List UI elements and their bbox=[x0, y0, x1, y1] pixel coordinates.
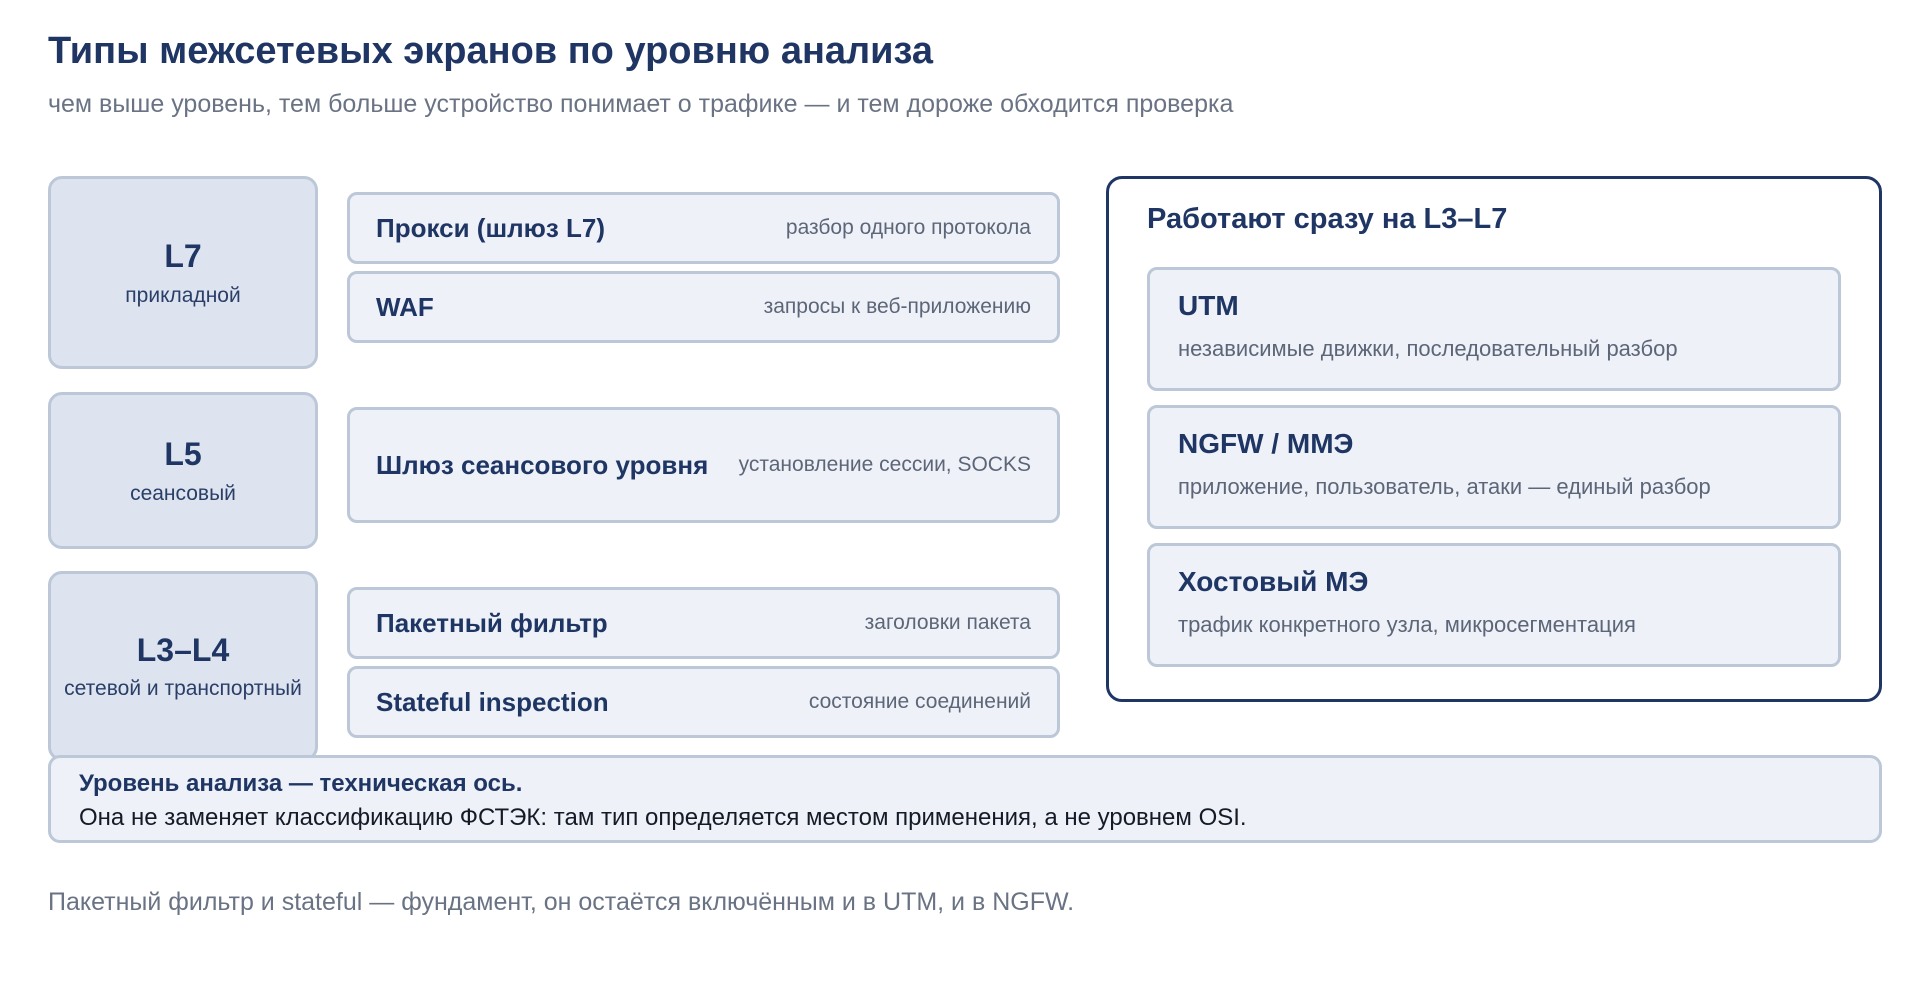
level-box-l5: L5 сеансовый bbox=[48, 392, 318, 549]
multilevel-card-host-firewall: Хостовый МЭ трафик конкретного узла, мик… bbox=[1147, 543, 1841, 667]
level-code: L5 bbox=[164, 436, 202, 473]
level-name: сеансовый bbox=[130, 481, 236, 505]
firewall-card-proxy: Прокси (шлюз L7) разбор одного протокола bbox=[347, 192, 1060, 264]
multilevel-name: Хостовый МЭ bbox=[1178, 566, 1369, 597]
note-heading: Уровень анализа — техническая ось. bbox=[79, 770, 523, 797]
multilevel-title: Работают сразу на L3–L7 bbox=[1147, 203, 1508, 235]
note-box: Уровень анализа — техническая ось. Она н… bbox=[48, 755, 1882, 843]
firewall-name: Пакетный фильтр bbox=[376, 607, 608, 638]
multilevel-desc: трафик конкретного узла, микросегментаци… bbox=[1178, 612, 1636, 637]
firewall-desc: заголовки пакета bbox=[864, 611, 1031, 634]
footer-text: Пакетный фильтр и stateful — фундамент, … bbox=[48, 888, 1075, 916]
level-name: сетевой и транспортный bbox=[64, 677, 302, 701]
multilevel-card-utm: UTM независимые движки, последовательный… bbox=[1147, 267, 1841, 391]
level-box-l3-l4: L3–L4 сетевой и транспортный bbox=[48, 571, 318, 761]
page-title: Типы межсетевых экранов по уровню анализ… bbox=[48, 30, 934, 72]
firewall-card-stateful: Stateful inspection состояние соединений bbox=[347, 666, 1060, 738]
firewall-desc: состояние соединений bbox=[808, 690, 1031, 713]
firewall-name: Шлюз сеансового уровня bbox=[376, 449, 709, 480]
multilevel-desc: независимые движки, последовательный раз… bbox=[1178, 336, 1678, 361]
level-code: L7 bbox=[164, 238, 202, 275]
multilevel-panel: Работают сразу на L3–L7 UTM независимые … bbox=[1106, 176, 1882, 702]
multilevel-name: NGFW / ММЭ bbox=[1178, 428, 1354, 459]
firewall-desc: разбор одного протокола bbox=[785, 216, 1031, 239]
level-name: прикладной bbox=[125, 283, 241, 307]
firewall-name: WAF bbox=[376, 291, 434, 322]
multilevel-desc: приложение, пользователь, атаки — единый… bbox=[1178, 474, 1711, 499]
firewall-desc: запросы к веб-приложению bbox=[763, 295, 1031, 318]
multilevel-card-ngfw: NGFW / ММЭ приложение, пользователь, ата… bbox=[1147, 405, 1841, 529]
firewall-desc: установление сессии, SOCKS bbox=[738, 453, 1031, 476]
note-text: Она не заменяет классификацию ФСТЭК: там… bbox=[79, 804, 1247, 831]
level-code: L3–L4 bbox=[136, 631, 230, 668]
page-subtitle: чем выше уровень, тем больше устройство … bbox=[48, 90, 1234, 118]
firewall-card-waf: WAF запросы к веб-приложению bbox=[347, 271, 1060, 343]
level-box-l7: L7 прикладной bbox=[48, 176, 318, 369]
firewall-card-packet-filter: Пакетный фильтр заголовки пакета bbox=[347, 587, 1060, 659]
multilevel-name: UTM bbox=[1178, 290, 1239, 321]
firewall-name: Stateful inspection bbox=[376, 686, 609, 717]
firewall-name: Прокси (шлюз L7) bbox=[376, 212, 605, 243]
firewall-card-session-gateway: Шлюз сеансового уровня установление сесс… bbox=[347, 407, 1060, 523]
